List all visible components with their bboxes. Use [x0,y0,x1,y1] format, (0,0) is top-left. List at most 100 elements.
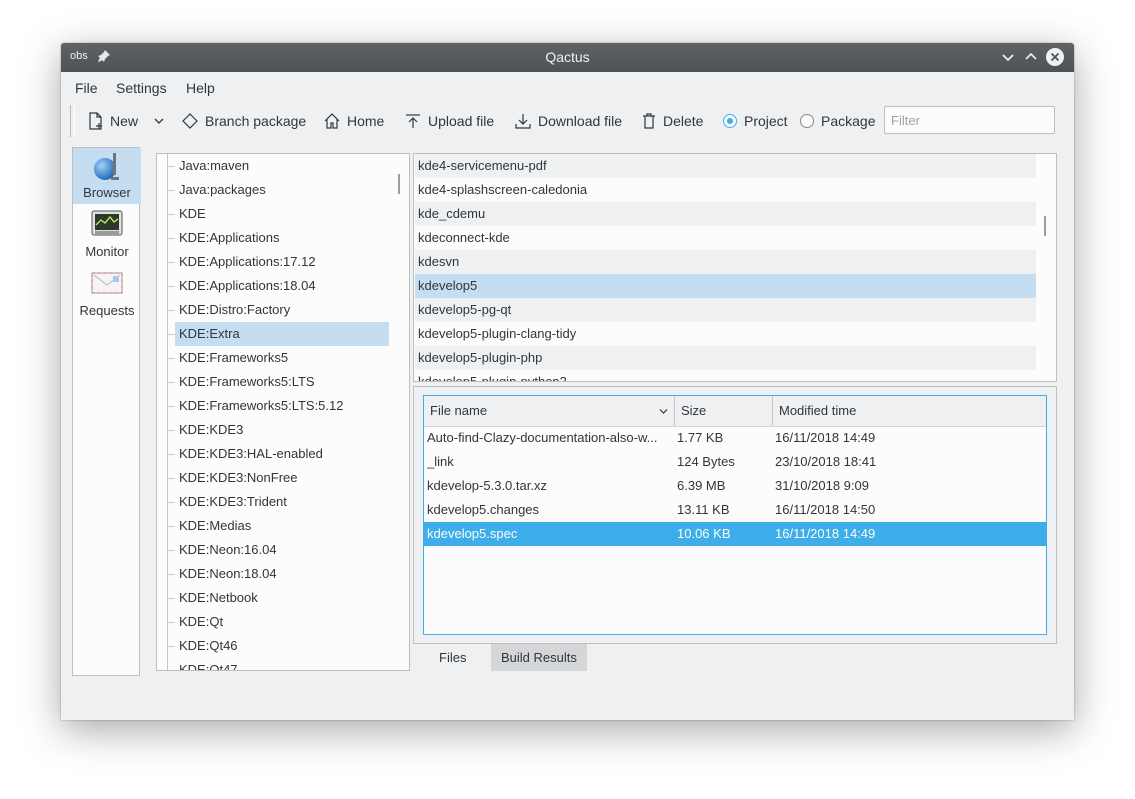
tree-item[interactable]: KDE:Applications [157,226,409,250]
tree-item[interactable]: KDE:Qt46 [157,634,409,658]
sidebar-item-monitor[interactable]: Monitor [73,207,141,263]
toolbar: New Branch package Home Upload file Down… [61,102,1074,142]
package-radio[interactable]: Package [800,102,875,140]
tree-item[interactable]: KDE:KDE3:NonFree [157,466,409,490]
tree-item[interactable]: KDE:Applications:18.04 [157,274,409,298]
tree-item[interactable]: KDE:Frameworks5:LTS:5.12 [157,394,409,418]
tree-item[interactable]: KDE:Frameworks5:LTS [157,370,409,394]
tab-build-results[interactable]: Build Results [491,644,587,671]
upload-file-button[interactable]: Upload file [404,102,494,140]
tree-item[interactable]: KDE:Extra [157,322,409,346]
branch-package-button[interactable]: Branch package [181,102,306,140]
menu-file[interactable]: File [75,80,98,96]
filter-input[interactable] [884,106,1055,134]
tree-item-label: KDE:KDE3:NonFree [179,470,298,485]
tree-item[interactable]: Java:packages [157,178,409,202]
tree-item-label: KDE:Netbook [179,590,258,605]
title-bar[interactable]: obs Qactus [61,43,1074,72]
sidebar-label-requests: Requests [79,303,135,318]
package-list-item[interactable]: kdevelop5-plugin-python3 [415,370,1036,381]
tab-files[interactable]: Files [429,644,476,671]
package-list-item[interactable]: kdevelop5-plugin-php [415,346,1036,370]
package-list-item[interactable]: kdesvn [415,250,1036,274]
column-file-name-label: File name [430,403,488,418]
tree-item[interactable]: KDE:Neon:16.04 [157,538,409,562]
file-row[interactable]: kdevelop5.spec 10.06 KB 16/11/2018 14:49 [424,522,1046,546]
tree-item-label: Java:packages [179,182,266,197]
package-list-item[interactable]: kde4-splashscreen-caledonia [415,178,1036,202]
download-icon [515,114,531,129]
menu-settings[interactable]: Settings [116,80,167,96]
tree-branch-line [167,238,175,239]
tree-branch-line [167,382,175,383]
tree-branch-line [167,574,175,575]
tree-item-label: KDE:Frameworks5:LTS [179,374,315,389]
packages-scrollbar[interactable] [1044,216,1046,236]
tree-item[interactable]: KDE:Frameworks5 [157,346,409,370]
home-label: Home [347,113,385,129]
file-modified-cell: 31/10/2018 9:09 [775,478,869,493]
tree-branch-line [167,190,175,191]
column-size[interactable]: Size [675,396,773,426]
package-list-item[interactable]: kde4-servicemenu-pdf [415,154,1036,178]
menu-help[interactable]: Help [186,80,215,96]
package-list-item[interactable]: kdevelop5-plugin-clang-tidy [415,322,1036,346]
tree-item[interactable]: KDE:Neon:18.04 [157,562,409,586]
sidebar-item-requests[interactable]: Requests [73,266,141,322]
tree-item-label: KDE:Neon:18.04 [179,566,277,581]
tree-item-label: KDE:KDE3:Trident [179,494,287,509]
packages-list[interactable]: kde4-servicemenu-pdf kde4-splashscreen-ca… [413,153,1057,382]
files-table[interactable]: File name Size Modified time Auto-find-C… [423,395,1047,635]
requests-envelope-icon [91,272,123,294]
tree-item-label: KDE:Applications [179,230,280,245]
package-list-item[interactable]: kdevelop5-pg-qt [415,298,1036,322]
tree-item[interactable]: KDE:Medias [157,514,409,538]
tree-item[interactable]: KDE:Distro:Factory [157,298,409,322]
file-row[interactable]: kdevelop-5.3.0.tar.xz 6.39 MB 31/10/2018 9… [424,474,1046,498]
tree-branch-line [167,622,175,623]
file-row[interactable]: _link 124 Bytes 23/10/2018 18:41 [424,450,1046,474]
file-row[interactable]: kdevelop5.changes 13.11 KB 16/11/2018 14:5… [424,498,1046,522]
tree-item[interactable]: KDE [157,202,409,226]
package-list-item[interactable]: kde_cdemu [415,202,1036,226]
tree-item-label: KDE:Neon:16.04 [179,542,277,557]
download-file-label: Download file [538,113,623,129]
sort-chevron-down-icon [659,409,668,414]
tree-item-label: KDE:Medias [179,518,252,533]
tree-item[interactable]: KDE:Netbook [157,586,409,610]
tree-item[interactable]: Java:maven [157,154,409,178]
package-list-item[interactable]: kdeconnect-kde [415,226,1036,250]
branch-package-label: Branch package [205,113,307,129]
new-dropdown-button[interactable] [153,102,171,140]
download-file-button[interactable]: Download file [514,102,622,140]
tree-item[interactable]: KDE:KDE3 [157,418,409,442]
tree-item[interactable]: KDE:Qt [157,610,409,634]
new-document-icon [89,112,102,130]
tree-item[interactable]: KDE:KDE3:Trident [157,490,409,514]
tree-item-label: KDE:Frameworks5:LTS:5.12 [179,398,344,413]
column-file-name[interactable]: File name [424,396,675,426]
column-modified-label: Modified time [779,403,857,418]
file-row[interactable]: Auto-find-Clazy-documentation-also-w... 1… [424,426,1046,450]
view-sidebar: Browser Monitor Requests [72,147,141,676]
delete-button[interactable]: Delete [641,102,703,140]
file-modified-cell: 16/11/2018 14:49 [775,526,876,541]
toolbar-handle[interactable] [70,105,75,137]
monitor-icon [91,210,123,236]
new-button[interactable]: New [88,102,138,140]
package-list-item[interactable]: kdevelop5 [415,274,1036,298]
project-radio[interactable]: Project [723,102,788,140]
home-button[interactable]: Home [323,102,384,140]
column-modified-time[interactable]: Modified time [773,396,1046,426]
tree-item[interactable]: KDE:KDE3:HAL-enabled [157,442,409,466]
minimize-button[interactable] [998,47,1018,67]
close-button[interactable] [1045,47,1065,67]
tree-item-label: KDE:Qt [179,614,224,629]
maximize-button[interactable] [1021,47,1041,67]
browser-globe-icon [94,153,119,180]
tree-item[interactable]: KDE:Applications:17.12 [157,250,409,274]
sidebar-item-browser[interactable]: Browser [73,148,141,204]
projects-tree[interactable]: Java:maven Java:packages KDE KDE:Applicatio… [156,153,410,671]
tree-branch-line [167,262,175,263]
tree-item[interactable]: KDE:Qt47 [157,658,409,670]
